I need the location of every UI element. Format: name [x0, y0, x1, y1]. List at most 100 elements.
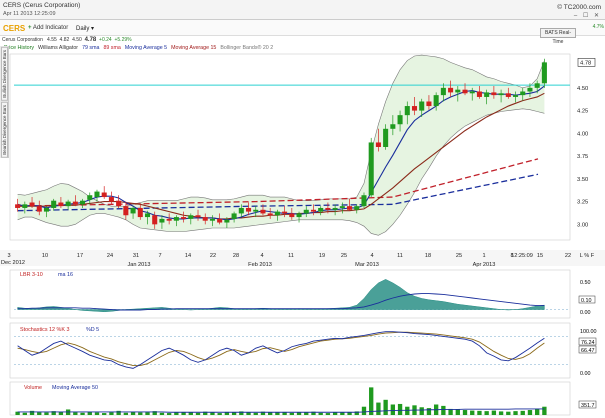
- volume-bar: [506, 411, 511, 415]
- volume-bar: [405, 406, 410, 415]
- volume-bar: [304, 412, 309, 415]
- date-axis: Dec 20123 10 17 24 31 7 14 22 28 4 11 19 25 4 11 18 25 1 8…: [0, 250, 605, 268]
- candle-body: [491, 92, 497, 96]
- candle-body: [72, 201, 78, 205]
- candle-body: [188, 215, 194, 219]
- volume-bar: [369, 387, 374, 415]
- candle-body: [527, 87, 533, 92]
- date-month-tick: Feb 2013: [248, 262, 272, 268]
- candle-body: [43, 207, 49, 212]
- candle-body: [419, 101, 425, 111]
- candle-body: [224, 219, 230, 223]
- volume-label: Volume: [24, 385, 42, 391]
- candle-body: [282, 211, 288, 214]
- candle-body: [15, 204, 21, 208]
- price-tick-label: 3.50: [577, 177, 588, 183]
- volume-bar: [376, 402, 381, 415]
- price-tick-label: 4.50: [577, 86, 588, 92]
- candle-body: [159, 218, 165, 223]
- candle-body: [209, 218, 215, 221]
- candle-body: [534, 83, 540, 88]
- date-axis-corner: Dec 2012: [1, 260, 25, 266]
- candle-body: [202, 217, 208, 221]
- date-day-tick: 31: [133, 253, 139, 259]
- candle-body: [195, 215, 201, 218]
- volume-panel: Volume Moving Average 50 351.7: [9, 381, 597, 416]
- volume-bar: [138, 412, 143, 415]
- date-day-tick: 25: [341, 253, 347, 259]
- price-panel: 4.50 4.25 4.00 3.75 3.50 3.25 3.00 4.78: [9, 53, 596, 241]
- candle-body: [541, 62, 547, 84]
- candle-body: [361, 195, 367, 207]
- date-day-tick: 15: [537, 253, 543, 259]
- lbr-panel: LBR 3-10 ma 16 0.50 0.00 0.10: [9, 269, 596, 319]
- volume-bar: [130, 411, 136, 415]
- candle-body: [404, 106, 410, 116]
- candle-body: [462, 89, 468, 94]
- candle-body: [123, 206, 129, 216]
- volume-bar: [383, 399, 388, 415]
- price-tick-label: 3.75: [577, 154, 588, 160]
- volume-bar: [246, 412, 251, 415]
- candle-body: [448, 87, 454, 93]
- volume-bar: [325, 413, 331, 415]
- candle-body: [58, 202, 64, 207]
- date-day-tick: 11: [397, 253, 403, 259]
- candle-body: [310, 209, 316, 212]
- candle-body: [513, 95, 519, 97]
- candle-body: [347, 206, 353, 210]
- date-day-tick: 1: [482, 253, 485, 259]
- date-day-tick: 17: [77, 253, 83, 259]
- date-day-tick: 3: [7, 253, 10, 259]
- candle-body: [505, 93, 511, 97]
- candle-body: [368, 142, 374, 196]
- candle-body: [339, 206, 345, 208]
- candle-body: [274, 211, 280, 216]
- volume-bar: [491, 410, 497, 415]
- volume-bar: [527, 410, 533, 415]
- volume-bar: [166, 413, 172, 415]
- stochastics-panel: Stochastics 12 %K 3%D 5100.0050.000.0076…: [9, 322, 597, 379]
- chart-canvas[interactable]: 4.50 4.25 4.00 3.75 3.50 3.25 3.00 4.78 Dec 201…: [0, 0, 605, 418]
- lbr-flag-label: 0.10: [581, 298, 592, 304]
- volume-bar: [361, 406, 367, 415]
- lbr-tick: 0.00: [580, 310, 591, 316]
- volume-bar: [477, 410, 482, 415]
- candle-body: [130, 207, 136, 214]
- volume-bar: [174, 412, 179, 415]
- volume-bar: [145, 412, 150, 415]
- scale-label: L % F: [580, 253, 595, 259]
- stoch-d-label: %D 5: [86, 327, 99, 333]
- price-tick-label: 3.25: [577, 200, 588, 206]
- candle-body: [498, 93, 504, 96]
- stoch-flag-label: 66.47: [581, 348, 595, 354]
- volume-bar: [390, 404, 396, 415]
- volume-bar: [455, 409, 460, 415]
- date-day-tick: 22: [565, 253, 571, 259]
- candle-body: [238, 207, 244, 214]
- candle-body: [469, 91, 475, 94]
- candle-body: [267, 213, 273, 216]
- candle-body: [411, 106, 418, 111]
- volume-bar: [94, 412, 100, 415]
- volume-bar: [441, 405, 446, 415]
- stoch-tick: 0.00: [580, 371, 591, 377]
- volume-bar: [340, 412, 345, 415]
- candle-body: [152, 215, 158, 225]
- volume-bar: [426, 408, 432, 415]
- candle-body: [65, 201, 71, 207]
- date-day-tick: 14: [185, 253, 191, 259]
- volume-bar: [397, 403, 403, 415]
- candle-body: [116, 200, 122, 207]
- candle-body: [484, 92, 490, 97]
- volume-bar: [22, 412, 27, 415]
- candle-body: [108, 197, 114, 202]
- date-day-tick: 11: [288, 253, 294, 259]
- candle-body: [476, 91, 482, 97]
- date-month-tick: Apr 2013: [473, 262, 496, 268]
- candle-body: [303, 209, 309, 214]
- candle-body: [166, 218, 172, 221]
- candle-body: [440, 87, 446, 96]
- date-time-label: 12:25:09: [511, 253, 533, 259]
- date-day-tick: 10: [42, 253, 48, 259]
